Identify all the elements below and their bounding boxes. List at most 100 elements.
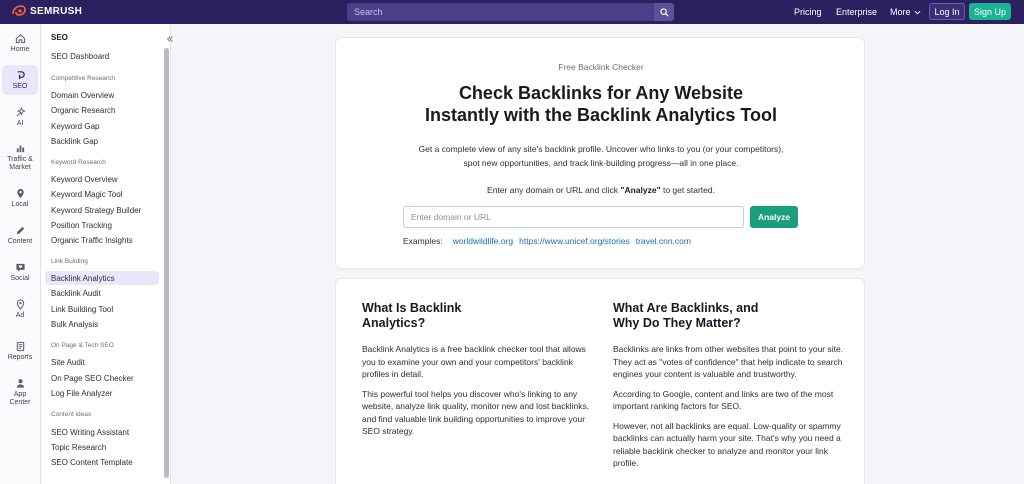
paragraph: This powerful tool helps you discover wh… (362, 388, 590, 437)
semrush-logo[interactable]: SEMRUSH (12, 5, 82, 17)
prompt-text: to get started. (660, 185, 715, 195)
sidebar-scrollbar[interactable] (164, 48, 169, 478)
domain-url-input[interactable] (403, 206, 744, 228)
sidebar-item-backlink-analytics[interactable]: Backlink Analytics (45, 271, 159, 285)
section-heading: What Is Backlink Analytics? (362, 301, 594, 331)
headline-line: Instantly with the Backlink Analytics To… (424, 105, 778, 125)
rail-item-app-center[interactable]: App Center (2, 378, 38, 407)
chevron-down-icon (914, 10, 921, 15)
sidebar-title: SEO (51, 33, 68, 42)
hero-headline: Check Backlinks for Any Website Instantl… (336, 82, 866, 126)
heading-line: Analytics? (362, 316, 426, 330)
rail-item-social[interactable]: Social (2, 262, 38, 283)
map-pin-icon (16, 188, 24, 199)
login-button[interactable]: Log In (929, 3, 965, 20)
analyze-button[interactable]: Analyze (750, 206, 798, 228)
ai-sparkle-icon (16, 107, 26, 117)
sidebar-item-keyword-magic-tool[interactable]: Keyword Magic Tool (51, 190, 122, 199)
paragraph: Backlinks are links from other websites … (613, 344, 844, 379)
section-heading: What Are Backlinks, and Why Do They Matt… (613, 301, 845, 331)
sidebar-item-on-page-seo-checker[interactable]: On Page SEO Checker (51, 374, 134, 383)
search-button[interactable] (654, 3, 674, 21)
search-input[interactable] (347, 3, 647, 21)
sidebar-item-organic-traffic-insights[interactable]: Organic Traffic Insights (51, 236, 133, 245)
heading-line: Why Do They Matter? (613, 316, 741, 330)
heart-chat-icon (15, 263, 25, 272)
sidebar-group-label: On Page & Tech SEO (51, 342, 114, 349)
example-link[interactable]: travel.cnn.com (636, 236, 691, 246)
sidebar-group-label: Keyword Research (51, 159, 106, 166)
rail-label: Reports (7, 354, 33, 361)
seo-icon (17, 71, 25, 80)
rail-item-traffic[interactable]: Traffic & Market (2, 143, 38, 172)
example-link[interactable]: worldwildlife.org (453, 236, 513, 246)
rail-item-ad[interactable]: Ad (2, 299, 38, 320)
sidebar-item-organic-research[interactable]: Organic Research (51, 106, 115, 115)
signup-button[interactable]: Sign Up (969, 3, 1011, 20)
info-section: What Is Backlink Analytics? Backlink Ana… (335, 278, 865, 484)
semrush-wordmark: SEMRUSH (30, 5, 83, 17)
pencil-icon (16, 226, 24, 235)
more-label: More (890, 7, 911, 17)
why-matter-column: What Are Backlinks, and Why Do They Matt… (613, 301, 845, 477)
sidebar-group-label: Competitive Research (51, 75, 115, 82)
report-icon (16, 341, 24, 352)
rail-label: Content (7, 238, 33, 245)
backlink-checker-hero: Free Backlink Checker Check Backlinks fo… (335, 37, 865, 269)
rail-label: AI (16, 120, 24, 127)
rail-item-seo[interactable]: SEO (2, 65, 38, 95)
rail-item-home[interactable]: Home (2, 33, 38, 54)
double-chevron-left-icon (166, 36, 173, 42)
prompt-bold: "Analyze" (620, 185, 661, 195)
sidebar-item-seo-writing-assistant[interactable]: SEO Writing Assistant (51, 428, 129, 437)
prompt-text: Enter any domain or URL and click (487, 185, 621, 195)
paragraph: However, not all backlinks are equal. Lo… (613, 420, 841, 469)
headline-line: Check Backlinks for Any Website (458, 83, 744, 103)
example-link[interactable]: https://www.unicef.org/stories (519, 236, 630, 246)
ad-icon (16, 299, 24, 310)
sidebar-item-position-tracking[interactable]: Position Tracking (51, 221, 112, 230)
sidebar-item-site-audit[interactable]: Site Audit (51, 358, 85, 367)
heading-line: What Are Backlinks, and (613, 301, 759, 315)
sidebar-item-backlink-audit[interactable]: Backlink Audit (51, 289, 101, 298)
top-bar: SEMRUSH Pricing Enterprise More Log In S… (0, 0, 1024, 24)
sidebar-group-label: Content ideas (51, 411, 92, 418)
sidebar-item-bulk-analysis[interactable]: Bulk Analysis (51, 320, 98, 329)
sidebar-item-backlink-gap[interactable]: Backlink Gap (51, 137, 98, 146)
sidebar-group-label: Link Building (51, 258, 88, 265)
rail-item-reports[interactable]: Reports (2, 341, 38, 362)
global-search (347, 3, 674, 21)
enterprise-link[interactable]: Enterprise (836, 7, 877, 17)
pricing-link[interactable]: Pricing (794, 7, 822, 17)
examples-row: Examples: worldwildlife.org https://www.… (403, 236, 691, 246)
search-icon (659, 7, 669, 17)
sidebar-item-keyword-gap[interactable]: Keyword Gap (51, 122, 99, 131)
home-icon (15, 34, 25, 44)
what-is-column: What Is Backlink Analytics? Backlink Ana… (362, 301, 594, 445)
rail-item-ai[interactable]: AI (2, 107, 38, 128)
sidebar-item-keyword-overview[interactable]: Keyword Overview (51, 175, 118, 184)
hero-eyebrow: Free Backlink Checker (558, 62, 644, 72)
sidebar-item-keyword-strategy-builder[interactable]: Keyword Strategy Builder (51, 206, 141, 215)
rail-label: Ad (15, 312, 25, 319)
apps-icon (16, 379, 24, 388)
sidebar-item-seo-content-template[interactable]: SEO Content Template (51, 458, 133, 467)
more-menu[interactable]: More (890, 7, 921, 17)
rail-label: Traffic & Market (7, 156, 33, 171)
sidebar-item-seo-dashboard[interactable]: SEO Dashboard (51, 52, 109, 61)
heading-line: What Is Backlink (362, 301, 462, 315)
collapse-sidebar-button[interactable] (164, 33, 176, 45)
sidebar-item-topic-research[interactable]: Topic Research (51, 443, 106, 452)
sidebar-item-domain-overview[interactable]: Domain Overview (51, 91, 114, 100)
sidebar-item-link-building-tool[interactable]: Link Building Tool (51, 305, 113, 314)
bar-chart-icon (16, 145, 24, 153)
hero-prompt: Enter any domain or URL and click "Analy… (336, 185, 866, 195)
rail-item-content[interactable]: Content (2, 225, 38, 246)
sidebar-item-log-file-analyzer[interactable]: Log File Analyzer (51, 389, 112, 398)
rail-label: Local (11, 201, 29, 208)
rail-item-local[interactable]: Local (2, 188, 38, 209)
hero-lead: Get a complete view of any site's backli… (418, 144, 784, 168)
paragraph: Backlink Analytics is a free backlink ch… (362, 344, 586, 379)
examples-label: Examples: (403, 236, 443, 246)
semrush-logo-icon (12, 5, 26, 16)
